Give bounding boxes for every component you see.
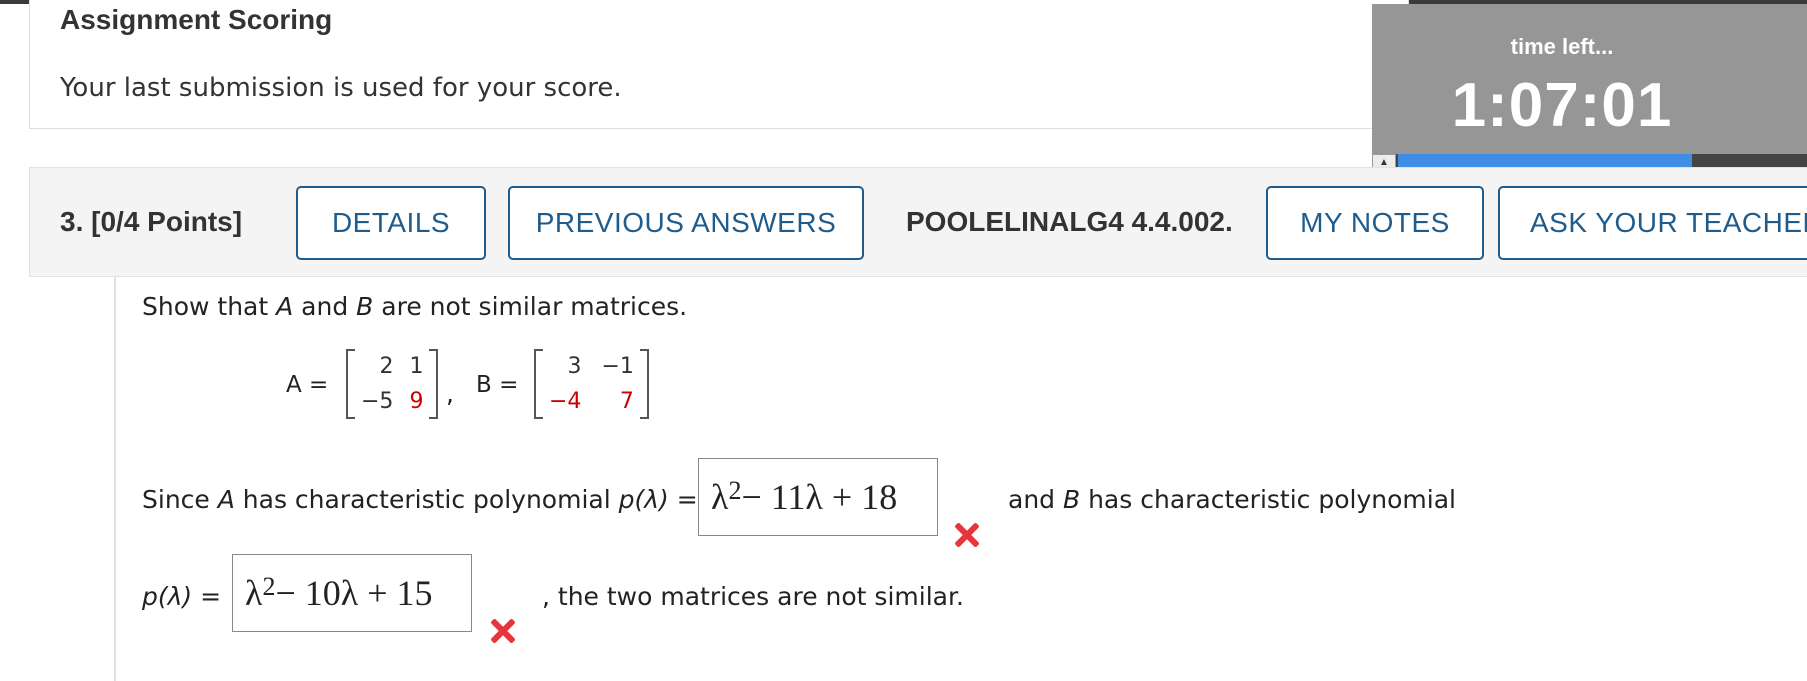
scoring-title: Assignment Scoring [60, 4, 333, 35]
and-text: and B has characteristic polynomial [1008, 485, 1456, 514]
timer-value: 1:07:01 [1451, 71, 1673, 140]
timer-label: time left... [1510, 34, 1614, 59]
matrix-b-cell: 7 [619, 389, 634, 414]
scoring-note: Your last submission is used for your sc… [60, 73, 622, 103]
since-text: Since A has characteristic polynomial p(… [142, 485, 698, 514]
matrix-a-label: A = [286, 372, 329, 398]
answer-input-b[interactable]: λ2 − 10λ + 15 [232, 554, 472, 632]
matrix-b-cell: −1 [601, 354, 634, 379]
matrix-a-cell: −5 [361, 389, 394, 414]
question-header: 3. [0/4 Points] DETAILS PREVIOUS ANSWERS… [29, 167, 1807, 277]
details-button[interactable]: DETAILS [296, 186, 486, 260]
question-body: Show that A and B are not similar matric… [114, 277, 1807, 681]
x-mark-icon [490, 618, 516, 644]
question-code: POOLELINALG4 4.4.002. [906, 206, 1233, 237]
assignment-scoring-panel: Assignment Scoring Your last submission … [29, 0, 1409, 129]
question-points: [0/4 Points] [91, 206, 243, 237]
answer-input-a[interactable]: λ2 − 11λ + 18 [698, 458, 938, 536]
matrix-separator: , [446, 379, 454, 408]
matrix-a-cell: 1 [409, 354, 424, 379]
question-prompt: Show that A and B are not similar matric… [142, 292, 688, 321]
my-notes-button[interactable]: MY NOTES [1266, 186, 1484, 260]
previous-answers-button[interactable]: PREVIOUS ANSWERS [508, 186, 864, 260]
matrix-b-label: B = [476, 372, 519, 398]
matrix-a: 2 1 −5 9 [346, 349, 439, 419]
question-number: 3. [0/4 Points] [60, 206, 242, 238]
timer-panel: time left... 1:07:01 [1372, 4, 1807, 154]
ask-your-teacher-button[interactable]: ASK YOUR TEACHER [1498, 186, 1807, 260]
matrix-b-cell: −4 [549, 389, 582, 414]
x-mark-icon [954, 522, 980, 548]
conclusion-text: , the two matrices are not similar. [542, 582, 964, 611]
matrix-a-cell: 2 [379, 354, 394, 379]
matrix-b-cell: 3 [567, 354, 582, 379]
question-index: 3. [60, 206, 84, 237]
p-lambda-label: p(λ) = [142, 582, 222, 611]
matrix-b: 3 −1 −4 7 [534, 349, 649, 419]
matrix-a-cell: 9 [409, 389, 424, 414]
